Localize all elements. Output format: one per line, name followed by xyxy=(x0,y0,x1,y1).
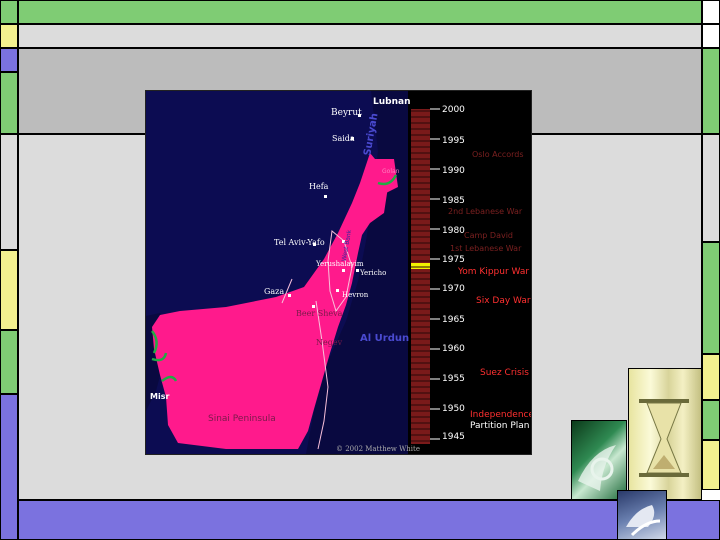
map-graphic: Beyrut Lubnan Saida Suriyah Golan Hefa T… xyxy=(146,91,531,454)
top-left-green-block xyxy=(0,0,18,24)
year-label: 2000 xyxy=(442,105,465,115)
year-label: 1945 xyxy=(442,432,465,442)
yerushalayim-dot xyxy=(342,269,345,272)
left-gray-column xyxy=(0,134,18,250)
right-green-block-2 xyxy=(702,242,720,354)
haifa-dot xyxy=(324,195,327,198)
bottom-purple-bar xyxy=(18,500,720,540)
year-label: 1975 xyxy=(442,255,465,265)
hourglass-photo xyxy=(628,368,702,500)
label-golan: Golan xyxy=(382,168,400,175)
hands-graphic xyxy=(626,505,661,537)
label-alurdun: Al Urdun xyxy=(360,333,409,344)
event-label: Yom Kippur War xyxy=(457,267,529,277)
israel-history-map: Beyrut Lubnan Saida Suriyah Golan Hefa T… xyxy=(145,90,532,455)
left-green-block xyxy=(0,72,18,134)
event-label: Oslo Accords xyxy=(472,150,524,159)
gaza-dot xyxy=(288,294,291,297)
year-label: 1970 xyxy=(442,284,465,294)
label-lubnan: Lubnan xyxy=(373,97,410,107)
left-green-block-2 xyxy=(0,330,18,394)
left-yellow-block xyxy=(0,24,18,48)
year-label: 1950 xyxy=(442,404,465,414)
event-label: 2nd Lebanese War xyxy=(448,207,523,216)
left-yellow-block-2 xyxy=(0,250,18,330)
hebron-dot xyxy=(336,289,339,292)
label-yericho: Yericho xyxy=(359,269,386,277)
event-label: Suez Crisis xyxy=(480,368,529,378)
label-telaviv: Tel Aviv-Yafo xyxy=(274,238,325,247)
event-label: Partition Plan xyxy=(470,421,530,431)
event-label: 1st Lebanese War xyxy=(450,244,522,253)
flag-graphic xyxy=(578,445,616,491)
year-label: 1995 xyxy=(442,136,465,146)
yericho-dot xyxy=(356,269,359,272)
timeline-highlight xyxy=(411,263,430,269)
label-yerushalayim: Yerushalayim xyxy=(315,260,364,268)
right-yellow-block-2 xyxy=(702,440,720,490)
year-label: 1965 xyxy=(442,315,465,325)
label-sinai: Sinai Peninsula xyxy=(208,414,276,424)
label-beyrut: Beyrut xyxy=(331,108,362,118)
hands-photo xyxy=(617,490,667,540)
event-label: Six Day War xyxy=(476,296,531,306)
left-purple-column xyxy=(0,394,18,540)
label-copyright: © 2002 Matthew White xyxy=(336,445,420,453)
right-green-block xyxy=(702,48,720,134)
year-label: 1980 xyxy=(442,226,465,236)
label-beersheva: Beer Sheva xyxy=(296,309,343,318)
label-saida: Saida xyxy=(332,134,355,143)
right-white-block-2 xyxy=(702,24,720,48)
label-hebron: Hevron xyxy=(342,291,369,299)
label-negev: Negev xyxy=(316,338,343,347)
right-gray-column xyxy=(702,134,720,242)
label-misr: Misr xyxy=(150,392,169,401)
year-label: 1985 xyxy=(442,196,465,206)
flag-photo xyxy=(571,420,627,500)
left-purple-block xyxy=(0,48,18,72)
second-gray-bar xyxy=(18,24,702,48)
year-label: 1955 xyxy=(442,374,465,384)
event-label: Independence xyxy=(470,410,531,420)
top-right-white-block xyxy=(702,0,720,24)
year-label: 1960 xyxy=(442,344,465,354)
year-label: 1990 xyxy=(442,166,465,176)
beersheva-dot xyxy=(312,305,315,308)
label-gaza: Gaza xyxy=(264,287,284,296)
hourglass-graphic xyxy=(639,399,689,477)
label-haifa: Hefa xyxy=(309,182,329,191)
event-label: Camp David xyxy=(464,231,513,240)
right-yellow-block xyxy=(702,354,720,400)
right-green-block-3 xyxy=(702,400,720,440)
top-green-bar xyxy=(18,0,702,24)
